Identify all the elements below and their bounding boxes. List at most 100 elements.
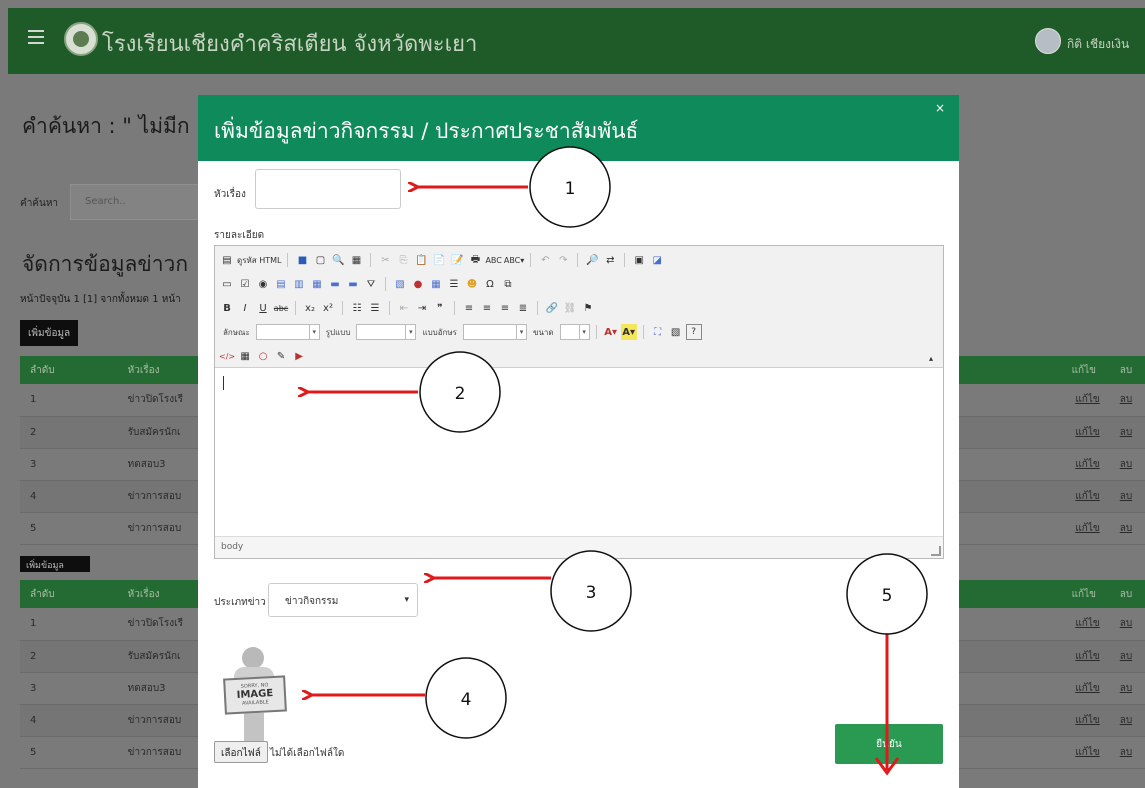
button-field-icon[interactable]: ▬ <box>327 276 343 292</box>
circle-icon[interactable]: ○ <box>255 348 271 364</box>
add-data-button[interactable]: เพิ่มข้อมูล <box>20 320 79 346</box>
subscript-icon[interactable]: x₂ <box>302 300 318 316</box>
edit-link[interactable]: แก้ไข <box>1075 459 1099 470</box>
iframe-icon[interactable]: ⧉ <box>500 276 516 292</box>
add-data-button-2[interactable]: เพิ่มข้อมูล <box>20 556 90 572</box>
flash-icon[interactable]: ● <box>410 276 426 292</box>
indent-icon[interactable]: ⇥ <box>414 300 430 316</box>
numbered-list-icon[interactable]: ☷ <box>349 300 365 316</box>
radio-icon[interactable]: ◉ <box>255 276 271 292</box>
resize-handle[interactable] <box>931 546 941 556</box>
delete-link[interactable]: ลบ <box>1120 491 1132 502</box>
horizontal-line-icon[interactable]: ☰ <box>446 276 462 292</box>
form-icon[interactable]: ▭ <box>219 276 235 292</box>
align-left-icon[interactable]: ≡ <box>461 300 477 316</box>
edit-link[interactable]: แก้ไข <box>1075 683 1099 694</box>
strike-icon[interactable]: abc <box>273 300 289 316</box>
hidden-field-icon[interactable]: ⛛ <box>363 276 379 292</box>
delete-link[interactable]: ลบ <box>1120 618 1132 629</box>
italic-icon[interactable]: I <box>237 300 253 316</box>
special-char-icon[interactable]: Ω <box>482 276 498 292</box>
search-input[interactable]: Search.. <box>70 184 200 220</box>
youtube-icon[interactable]: ▶ <box>291 348 307 364</box>
subject-input[interactable] <box>255 169 401 209</box>
save-icon[interactable]: ■ <box>294 252 310 268</box>
delete-link[interactable]: ลบ <box>1120 651 1132 662</box>
templates-icon[interactable]: ▦ <box>348 252 364 268</box>
unlink-icon[interactable]: ⛓ <box>562 300 578 316</box>
pen-icon[interactable]: ✎ <box>273 348 289 364</box>
delete-link[interactable]: ลบ <box>1120 459 1132 470</box>
delete-link[interactable]: ลบ <box>1120 747 1132 758</box>
delete-link[interactable]: ลบ <box>1120 427 1132 438</box>
confirm-button[interactable]: ยืนยัน <box>835 724 943 764</box>
source-icon[interactable]: ▤ <box>219 252 235 268</box>
textarea-icon[interactable]: ▥ <box>291 276 307 292</box>
grid-icon[interactable]: ▦ <box>237 348 253 364</box>
delete-link[interactable]: ลบ <box>1120 715 1132 726</box>
delete-link[interactable]: ลบ <box>1120 683 1132 694</box>
select-all-icon[interactable]: ▣ <box>631 252 647 268</box>
copy-icon[interactable]: ⎘ <box>395 252 411 268</box>
redo-icon[interactable]: ↷ <box>555 252 571 268</box>
collapse-toolbar-icon[interactable]: ▴ <box>923 350 939 366</box>
align-justify-icon[interactable]: ≣ <box>515 300 531 316</box>
edit-link[interactable]: แก้ไข <box>1075 651 1099 662</box>
align-right-icon[interactable]: ≡ <box>497 300 513 316</box>
show-blocks-icon[interactable]: ▧ <box>668 324 684 340</box>
about-icon[interactable]: ? <box>685 324 702 340</box>
paste-icon[interactable]: 📋 <box>413 252 429 268</box>
text-color-icon[interactable]: A▾ <box>603 324 619 340</box>
edit-link[interactable]: แก้ไข <box>1075 618 1099 629</box>
maximize-icon[interactable]: ⛶ <box>650 324 666 340</box>
avatar[interactable] <box>1035 28 1061 54</box>
new-page-icon[interactable]: ▢ <box>312 252 328 268</box>
replace-icon[interactable]: ⇄ <box>602 252 618 268</box>
bold-icon[interactable]: B <box>219 300 235 316</box>
edit-link[interactable]: แก้ไข <box>1075 394 1099 405</box>
font-select[interactable]: ▾ <box>462 324 527 340</box>
spellcheck-auto-icon[interactable]: ABC▾ <box>504 252 524 268</box>
delete-link[interactable]: ลบ <box>1120 523 1132 534</box>
underline-icon[interactable]: U <box>255 300 271 316</box>
edit-link[interactable]: แก้ไข <box>1075 523 1099 534</box>
style-select[interactable]: ▾ <box>255 324 320 340</box>
preview-icon[interactable]: 🔍 <box>330 252 346 268</box>
spellcheck-icon[interactable]: ABC <box>485 252 501 268</box>
paste-word-icon[interactable]: 📝 <box>449 252 465 268</box>
bulleted-list-icon[interactable]: ☰ <box>367 300 383 316</box>
image-button-icon[interactable]: ▬ <box>345 276 361 292</box>
user-name[interactable]: กิติ เชียงเงิน <box>1067 35 1129 54</box>
anchor-icon[interactable]: ⚑ <box>580 300 596 316</box>
news-type-select[interactable]: ข่าวกิจกรรม ▾ <box>268 583 418 617</box>
image-icon[interactable]: ▧ <box>392 276 408 292</box>
menu-icon[interactable] <box>28 30 44 44</box>
checkbox-icon[interactable]: ☑ <box>237 276 253 292</box>
superscript-icon[interactable]: x² <box>320 300 336 316</box>
undo-icon[interactable]: ↶ <box>537 252 553 268</box>
outdent-icon[interactable]: ⇤ <box>396 300 412 316</box>
find-icon[interactable]: 🔎 <box>584 252 600 268</box>
format-select[interactable]: ▾ <box>356 324 417 340</box>
cut-icon[interactable]: ✂ <box>377 252 393 268</box>
table-icon[interactable]: ▦ <box>428 276 444 292</box>
bg-color-icon[interactable]: A▾ <box>620 324 637 340</box>
align-center-icon[interactable]: ≡ <box>479 300 495 316</box>
source-button[interactable]: ดูรหัส HTML <box>237 252 281 268</box>
size-select[interactable]: ▾ <box>559 324 590 340</box>
smiley-icon[interactable]: ☻ <box>464 276 480 292</box>
edit-link[interactable]: แก้ไข <box>1075 491 1099 502</box>
choose-file-button[interactable]: เลือกไฟล์ <box>214 741 268 763</box>
edit-link[interactable]: แก้ไข <box>1075 747 1099 758</box>
close-icon[interactable]: × <box>935 101 945 115</box>
paste-text-icon[interactable]: 📄 <box>431 252 447 268</box>
editor-content-area[interactable] <box>215 368 943 536</box>
code-snippet-icon[interactable]: </> <box>219 348 235 364</box>
print-icon[interactable]: 🖶 <box>467 252 483 268</box>
select-field-icon[interactable]: ▦ <box>309 276 325 292</box>
link-icon[interactable]: 🔗 <box>544 300 560 316</box>
remove-format-icon[interactable]: ◪ <box>649 252 665 268</box>
delete-link[interactable]: ลบ <box>1120 394 1132 405</box>
edit-link[interactable]: แก้ไข <box>1075 427 1099 438</box>
textfield-icon[interactable]: ▤ <box>273 276 289 292</box>
